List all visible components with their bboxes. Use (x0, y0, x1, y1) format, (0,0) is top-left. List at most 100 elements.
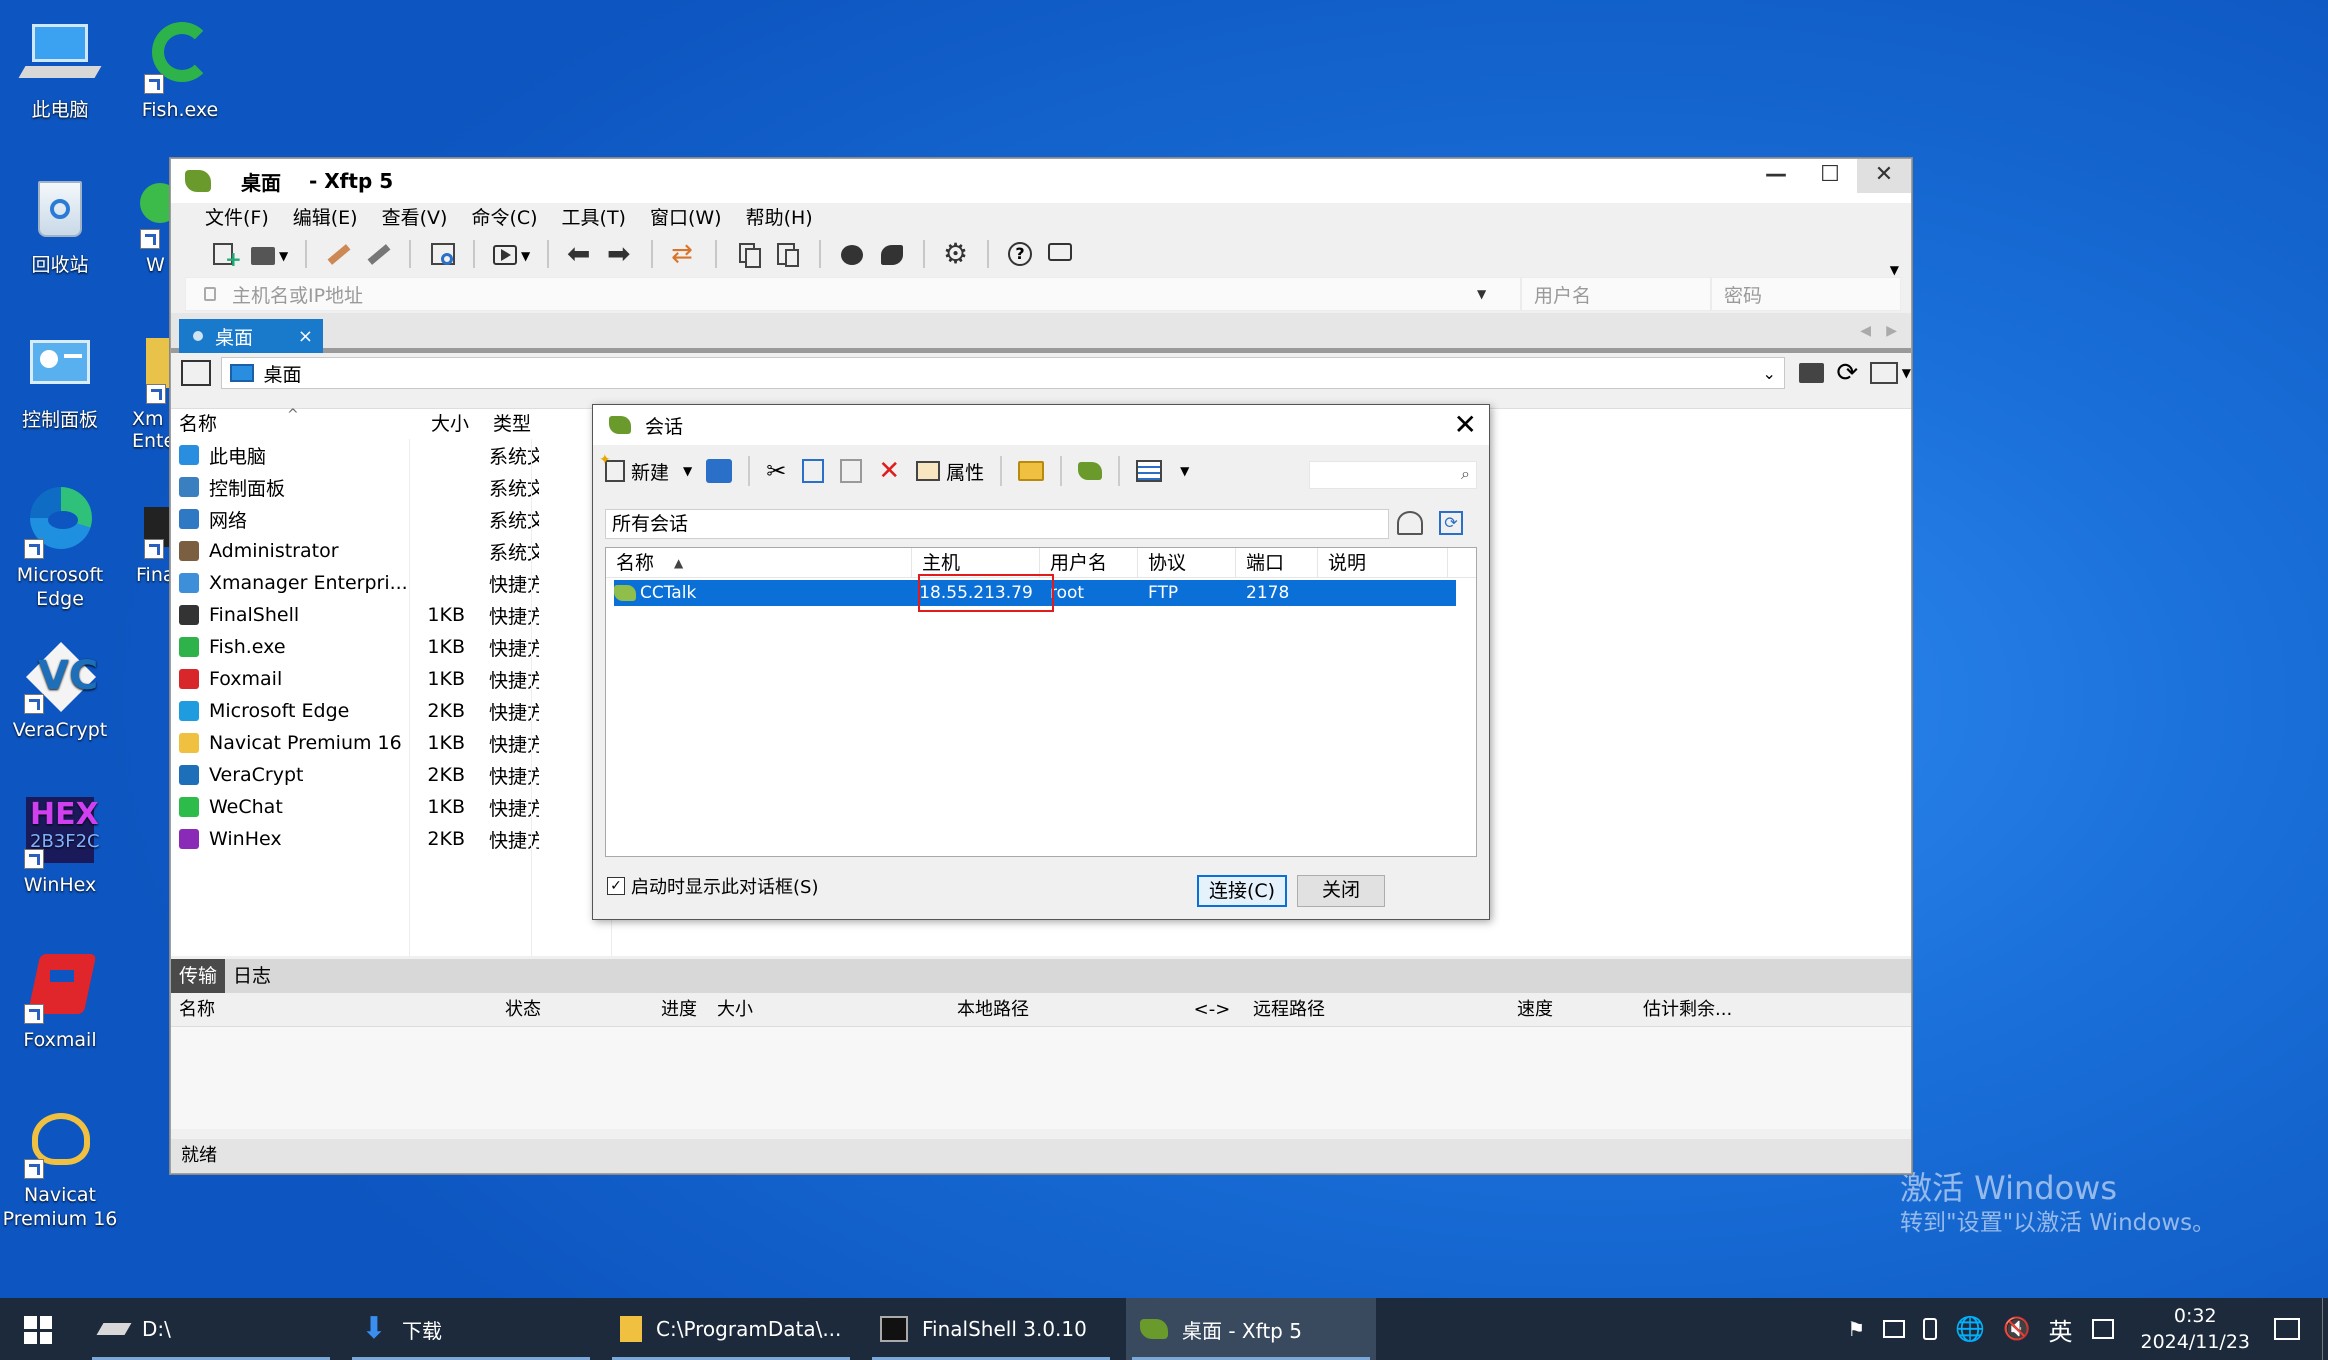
connect-button[interactable]: 连接(C) (1197, 875, 1287, 907)
tcol-direction[interactable]: <-> (1179, 993, 1245, 1026)
back-arrow-icon[interactable]: ⬅ (565, 239, 595, 269)
start-windows-icon[interactable] (24, 1316, 52, 1344)
tab-transfer[interactable]: 传输 (171, 959, 226, 993)
menu-command[interactable]: 命令(C) (471, 203, 537, 233)
ime-keyboard-icon[interactable] (2092, 1319, 2115, 1339)
dialog-close-button[interactable]: 关闭 (1297, 875, 1385, 907)
taskbar-item-drive[interactable]: D:\ (86, 1298, 336, 1360)
desktop-icon-winhex[interactable]: HEX 2B3F2C WinHex (0, 785, 120, 925)
list-view-icon[interactable] (1136, 460, 1163, 482)
copy-session-icon[interactable] (802, 459, 825, 483)
tab-scroll-left-icon[interactable]: ◀ (1860, 323, 1871, 339)
desktop-icon-veracrypt[interactable]: VC VeraCrypt (0, 630, 120, 770)
dialog-close-icon[interactable]: ✕ (1454, 409, 1477, 441)
help-icon[interactable]: ? (1005, 239, 1035, 269)
new-dropdown-icon[interactable]: ▼ (683, 464, 692, 478)
path-dropdown-icon[interactable]: ⌄ (1763, 364, 1776, 383)
menu-window[interactable]: 窗口(W) (650, 203, 722, 233)
menu-file[interactable]: 文件(F) (205, 203, 269, 233)
tcol-size[interactable]: 大小 (709, 993, 949, 1026)
cut-icon[interactable]: ✂ (766, 457, 786, 485)
view-mode-icon[interactable] (1870, 362, 1898, 384)
transfer-icon[interactable]: ▼ (491, 239, 531, 269)
scol-user[interactable]: 用户名 (1040, 548, 1138, 577)
desktop-icon-xmanager[interactable]: Xm Ente (120, 320, 170, 460)
desktop-icon-foxmail[interactable]: Foxmail (0, 940, 120, 1080)
notification-flag-icon[interactable]: ⚑ (1847, 1317, 1865, 1341)
desktop-icon-partial-w[interactable]: W (120, 165, 170, 305)
tcol-name[interactable]: 名称 (171, 993, 495, 1026)
toolbar-overflow-chevron-icon[interactable]: ▼ (1890, 263, 1899, 277)
tab-log[interactable]: 日志 (225, 959, 279, 993)
scol-desc[interactable]: 说明 (1318, 548, 1448, 577)
scol-protocol[interactable]: 协议 (1138, 548, 1236, 577)
scol-port[interactable]: 端口 (1236, 548, 1318, 577)
taskbar-item-downloads[interactable]: ⬇ 下载 (346, 1298, 596, 1360)
parent-folder-icon[interactable] (1397, 511, 1423, 535)
tab-scroll-right-icon[interactable]: ▶ (1886, 323, 1897, 339)
tcol-progress[interactable]: 进度 (601, 993, 709, 1026)
xftp-titlebar[interactable]: 桌面 - Xftp 5 — ☐ ✕ (171, 159, 1911, 203)
refresh-icon[interactable]: ⟳ (1836, 360, 1858, 386)
session-dialog-titlebar[interactable]: 会话 (593, 405, 1489, 445)
tcol-eta[interactable]: 估计剩余... (1637, 993, 1753, 1026)
action-center-icon[interactable] (2274, 1318, 2300, 1340)
disconnect-icon[interactable] (363, 239, 393, 269)
display-icon[interactable] (1883, 1320, 1906, 1338)
view-dropdown-icon[interactable]: ▼ (1180, 464, 1189, 478)
tcol-speed[interactable]: 速度 (1507, 993, 1637, 1026)
path-input[interactable]: 桌面 ⌄ (220, 357, 1785, 389)
delete-icon[interactable]: ✕ (878, 456, 900, 486)
home-folder-icon[interactable] (1798, 363, 1825, 383)
session-properties-icon[interactable] (427, 239, 457, 269)
desktop-icon-navicat[interactable]: Navicat Premium 16 (0, 1095, 120, 1235)
scol-host[interactable]: 主机 (912, 548, 1040, 577)
desktop-icon-fish[interactable]: Fish.exe (120, 10, 240, 150)
paste-session-icon[interactable] (840, 459, 863, 483)
xshell-icon[interactable] (837, 239, 867, 269)
show-on-startup-checkbox[interactable]: ✓ 启动时显示此对话框(S) (607, 873, 818, 899)
volume-muted-icon[interactable]: 🔇 (2003, 1317, 2030, 1342)
menu-tools[interactable]: 工具(T) (562, 203, 626, 233)
view-mode-dropdown-icon[interactable]: ▼ (1902, 366, 1911, 380)
col-type[interactable]: 类型 (483, 409, 543, 439)
forward-arrow-icon[interactable]: ➡ (605, 239, 635, 269)
sync-icon[interactable]: ⇄ (669, 239, 699, 269)
col-size[interactable]: 大小 (411, 409, 483, 439)
session-folder-path[interactable]: 所有会话 (605, 509, 1389, 539)
open-folder-icon[interactable]: ▼ (249, 239, 289, 269)
properties-button[interactable]: 属性 (916, 458, 984, 485)
taskbar-item-folder[interactable]: C:\ProgramData\... (606, 1298, 856, 1360)
scol-name[interactable]: 名称 ▲ (606, 548, 912, 577)
desktop-icon-finalshell[interactable]: Fina (120, 475, 170, 615)
menu-view[interactable]: 查看(V) (382, 203, 448, 233)
maximize-button[interactable]: ☐ (1803, 159, 1857, 193)
new-session-icon[interactable]: + (209, 239, 242, 269)
connect-icon[interactable] (323, 239, 353, 269)
copy-icon[interactable] (733, 239, 763, 269)
menu-help[interactable]: 帮助(H) (746, 203, 813, 233)
xmanager-tool-icon[interactable] (877, 239, 907, 269)
panel-toggle-icon[interactable] (181, 360, 211, 386)
taskbar-item-finalshell[interactable]: FinalShell 3.0.10 (866, 1298, 1116, 1360)
host-dropdown-icon[interactable]: ▼ (1477, 287, 1486, 301)
host-input[interactable]: 主机名或IP地址 ▼ (185, 277, 1521, 311)
show-desktop-button[interactable] (2322, 1298, 2328, 1360)
menu-edit[interactable]: 编辑(E) (293, 203, 358, 233)
desktop-icon-control-panel[interactable]: 控制面板 (0, 320, 120, 460)
paste-icon[interactable] (773, 239, 803, 269)
taskbar-item-xftp[interactable]: 桌面 - Xftp 5 (1126, 1298, 1376, 1360)
tab-desktop[interactable]: 桌面 × (179, 319, 323, 353)
close-button[interactable]: ✕ (1857, 159, 1911, 193)
new-session-button[interactable]: ✦ 新建 (599, 452, 669, 485)
desktop-icon-this-pc[interactable]: 此电脑 (0, 10, 120, 150)
clock[interactable]: 0:32 2024/11/23 (2140, 1303, 2250, 1355)
ime-indicator[interactable]: 英 (2048, 1312, 2072, 1347)
session-search-input[interactable]: ⌕ (1309, 461, 1477, 489)
session-refresh-icon[interactable]: ⟳ (1439, 511, 1463, 535)
settings-gear-icon[interactable]: ⚙ (941, 239, 971, 269)
xftp-session-icon[interactable] (1078, 462, 1103, 480)
tcol-remote-path[interactable]: 远程路径 (1245, 993, 1507, 1026)
username-input[interactable]: 用户名 (1521, 277, 1711, 311)
desktop-icon-recycle-bin[interactable]: 回收站 (0, 165, 120, 305)
